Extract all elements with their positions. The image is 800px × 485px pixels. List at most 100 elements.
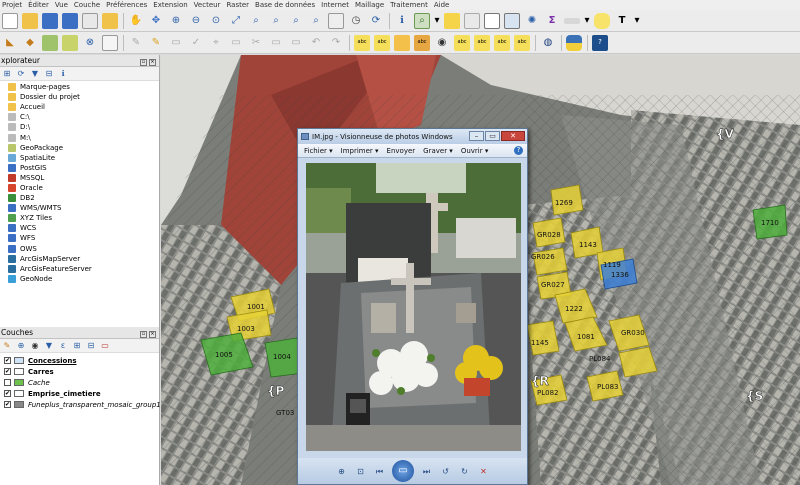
float-panel-icon[interactable]: ▫	[140, 330, 147, 338]
label-style-icon[interactable]: abc	[514, 34, 530, 51]
browser-item[interactable]: PostGIS	[2, 163, 159, 173]
pan-hand-icon[interactable]: ✋	[128, 13, 144, 29]
label-show-icon[interactable]: abc	[414, 34, 430, 51]
annotation-icon[interactable]	[594, 12, 610, 29]
layer-item[interactable]: Cache	[4, 377, 159, 388]
collapse-all-icon[interactable]: ⊟	[86, 341, 96, 351]
browser-item[interactable]: WFS	[2, 233, 159, 243]
layer-item[interactable]: ✔ Emprise_cimetiere	[4, 388, 159, 399]
browser-item[interactable]: Marque-pages	[2, 82, 159, 92]
browser-item[interactable]: D:\	[2, 122, 159, 132]
next-icon[interactable]: ⏭	[420, 465, 433, 478]
zoom-icon[interactable]: ⊕	[335, 465, 348, 478]
layer-checkbox[interactable]: ✔	[4, 357, 11, 364]
zoom-selection-icon[interactable]: ⌕	[248, 13, 264, 29]
close-panel-icon[interactable]: ×	[149, 58, 156, 66]
new-layer-icon[interactable]	[102, 34, 118, 51]
dropdown-arrow-icon[interactable]: ▾	[634, 13, 640, 29]
browser-item[interactable]: SpatiaLite	[2, 153, 159, 163]
menu-item[interactable]: Vue	[55, 1, 68, 9]
add-vector-icon[interactable]: ◆	[22, 35, 38, 51]
save-project-icon[interactable]	[42, 12, 58, 29]
add-selected-icon[interactable]: ⊞	[2, 69, 12, 79]
label-change-icon[interactable]: abc	[494, 34, 510, 51]
new-map-view-icon[interactable]	[328, 12, 344, 29]
add-mesh-icon[interactable]	[62, 34, 78, 51]
browser-item[interactable]: WCS	[2, 223, 159, 233]
slideshow-icon[interactable]: ▭	[392, 460, 414, 482]
delete-selected-icon[interactable]: ▭	[228, 35, 244, 51]
identify-icon[interactable]: ℹ	[394, 13, 410, 29]
expand-all-icon[interactable]: ⊞	[72, 341, 82, 351]
browser-item[interactable]: WMS/WMTS	[2, 203, 159, 213]
browser-item[interactable]: M:\	[2, 132, 159, 142]
layer-item[interactable]: ✔ Funeplus_transparent_mosaic_group1	[4, 399, 161, 410]
field-calculator-icon[interactable]	[504, 12, 520, 29]
menu-item[interactable]: Internet	[321, 1, 349, 9]
menu-item[interactable]: Couche	[74, 1, 100, 9]
add-raster-icon[interactable]	[42, 34, 58, 51]
close-panel-icon[interactable]: ×	[149, 330, 156, 338]
select-features-icon[interactable]	[444, 12, 460, 29]
info-icon[interactable]: ℹ	[58, 69, 68, 79]
layer-checkbox[interactable]: ✔	[4, 390, 11, 397]
menu-item[interactable]: Préférences	[106, 1, 147, 9]
undo-icon[interactable]: ↶	[308, 35, 324, 51]
layer-item[interactable]: ✔ Concessions	[4, 355, 159, 366]
viewer-titlebar[interactable]: IM.jpg - Visionneuse de photos Windows –…	[298, 129, 527, 144]
refresh-icon[interactable]: ⟳	[368, 13, 384, 29]
toggle-editing-icon[interactable]: ✎	[148, 35, 164, 51]
digitize-icon[interactable]: ✓	[188, 35, 204, 51]
layer-checkbox[interactable]	[4, 379, 11, 386]
menu-item[interactable]: Extension	[153, 1, 187, 9]
menu-item[interactable]: Maillage	[355, 1, 384, 9]
data-source-icon[interactable]: ◣	[2, 35, 18, 51]
current-edits-icon[interactable]: ✎	[128, 35, 144, 51]
settings-gear-icon[interactable]: ✺	[524, 13, 540, 29]
layer-checkbox[interactable]: ✔	[4, 401, 11, 408]
browser-item[interactable]: ArcGisFeatureServer	[2, 264, 159, 274]
dropdown-arrow-icon[interactable]: ▾	[584, 13, 590, 29]
rotate-right-icon[interactable]: ↻	[458, 465, 471, 478]
globe-plugin-icon[interactable]: ◍	[540, 35, 556, 51]
python-console-icon[interactable]	[566, 34, 582, 51]
browser-item[interactable]: OWS	[2, 244, 159, 254]
zoom-in-icon[interactable]: ⊕	[168, 13, 184, 29]
menu-item[interactable]: Éditer	[28, 1, 49, 9]
browser-item[interactable]: ArcGisMapServer	[2, 254, 159, 264]
label-move-icon[interactable]: abc	[454, 34, 470, 51]
plugin-icon[interactable]: ?	[592, 34, 608, 51]
identify-active-icon[interactable]: ⌕	[414, 12, 430, 29]
zoom-native-icon[interactable]: ⊙	[208, 13, 224, 29]
diagram-icon[interactable]	[394, 34, 410, 51]
label-pin-icon[interactable]: abc	[374, 34, 390, 51]
paste-icon[interactable]: ▭	[288, 35, 304, 51]
maximize-button[interactable]: ▭	[485, 131, 500, 141]
float-panel-icon[interactable]: ▫	[140, 58, 147, 66]
browser-item[interactable]: Oracle	[2, 183, 159, 193]
browser-item[interactable]: GeoPackage	[2, 143, 159, 153]
browser-item[interactable]: GeoNode	[2, 274, 159, 284]
viewer-menu-item[interactable]: Graver ▾	[423, 147, 453, 155]
photo-viewer-window[interactable]: IM.jpg - Visionneuse de photos Windows –…	[297, 128, 528, 485]
save-edits-icon[interactable]: ▭	[168, 35, 184, 51]
menu-item[interactable]: Projet	[2, 1, 22, 9]
layout-icon[interactable]	[82, 12, 98, 29]
menu-item[interactable]: Raster	[226, 1, 249, 9]
open-project-icon[interactable]	[22, 12, 38, 29]
refresh-icon[interactable]: ⟳	[16, 69, 26, 79]
zoom-next-icon[interactable]: ⌕	[308, 13, 324, 29]
style-layer-icon[interactable]: ✎	[2, 341, 12, 351]
layout-manager-icon[interactable]	[102, 12, 118, 29]
layer-item[interactable]: ✔ Carres	[4, 366, 159, 377]
previous-icon[interactable]: ⏮	[373, 465, 386, 478]
measure-icon[interactable]	[564, 17, 580, 24]
zoom-out-icon[interactable]: ⊖	[188, 13, 204, 29]
rotate-left-icon[interactable]: ↺	[439, 465, 452, 478]
deselect-icon[interactable]	[464, 12, 480, 29]
remove-layer-icon[interactable]: ▭	[100, 341, 110, 351]
menu-item[interactable]: Base de données	[255, 1, 315, 9]
save-as-icon[interactable]	[62, 12, 78, 29]
temporal-icon[interactable]: ◷	[348, 13, 364, 29]
zoom-full-icon[interactable]: ⤢	[228, 13, 244, 29]
